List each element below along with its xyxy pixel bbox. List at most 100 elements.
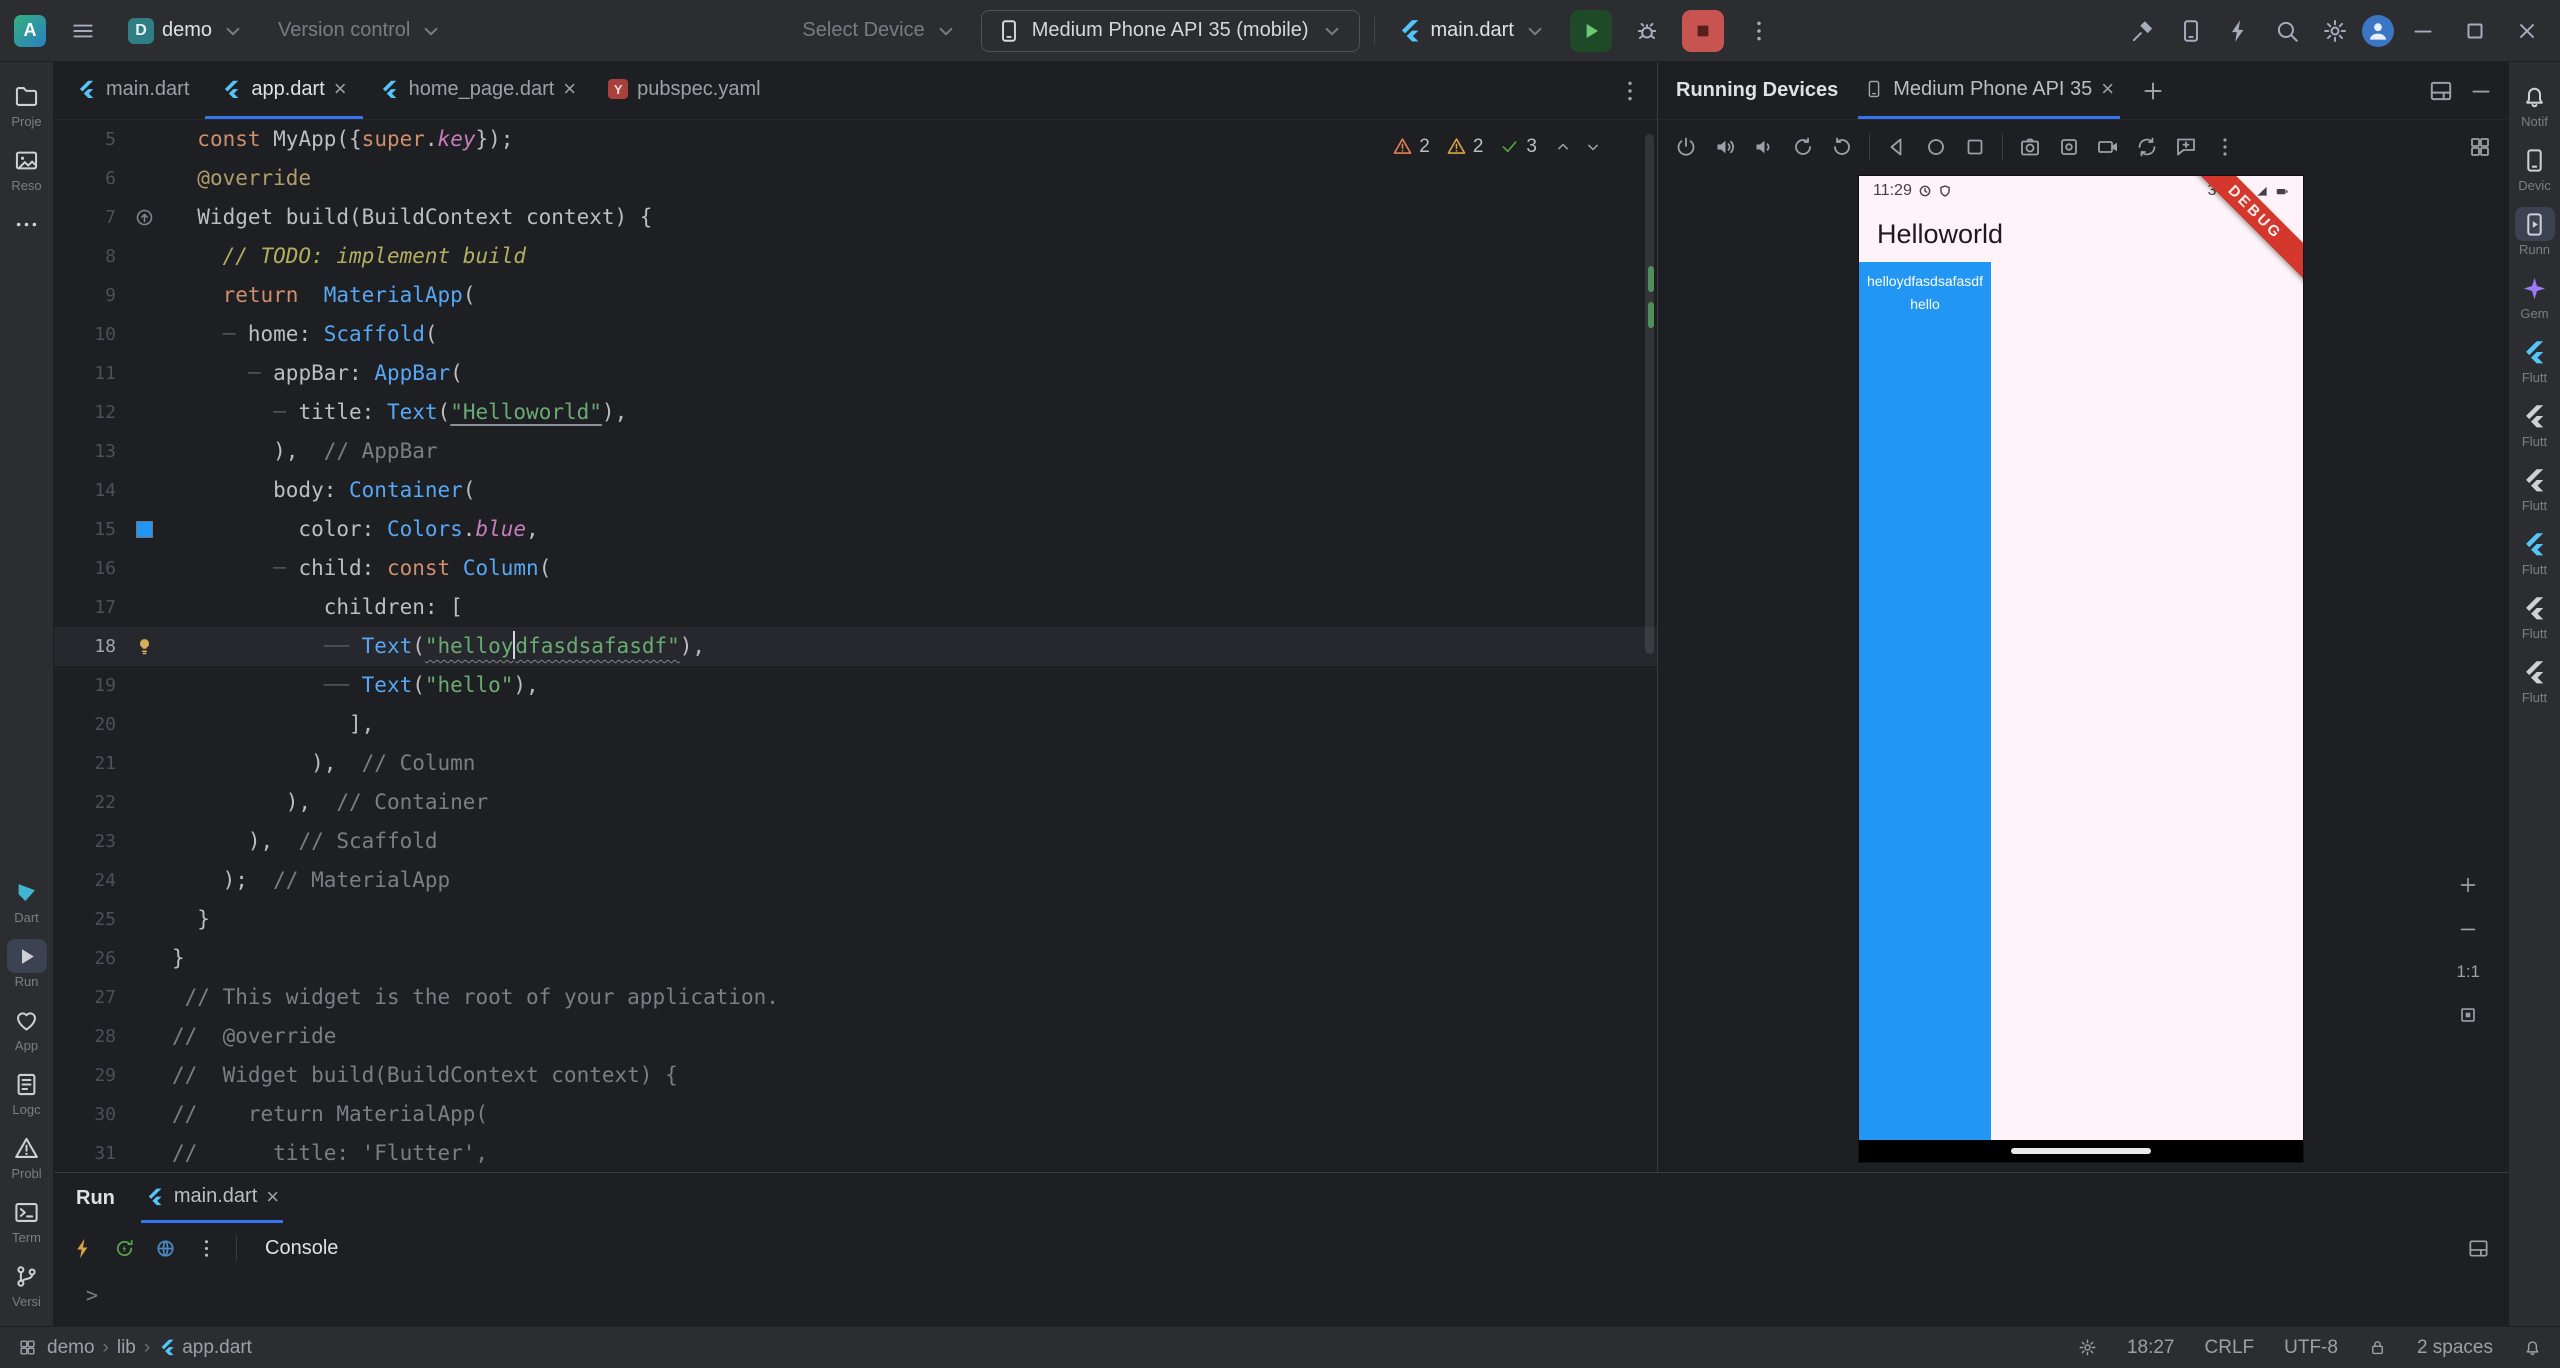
device-msgplus-button[interactable]	[2174, 135, 2198, 159]
tool-window-flutter-performance[interactable]: Flutt	[2509, 456, 2560, 520]
tool-window-project[interactable]: Proje	[0, 72, 53, 136]
code-line-21[interactable]: 21 ), // Column	[54, 744, 1657, 783]
code-editor[interactable]: 5 const MyApp({super.key}); 6 @override 7 …	[54, 120, 1657, 1172]
device-manager-button[interactable]	[2170, 10, 2212, 52]
previous-problem-icon[interactable]	[1553, 136, 1573, 158]
zoom-reset-button[interactable]: 1:1	[2456, 962, 2480, 982]
device-homec-button[interactable]	[1924, 135, 1948, 159]
code-line-23[interactable]: 23 ), // Scaffold	[54, 822, 1657, 861]
read-only-lock-icon[interactable]	[2368, 1337, 2387, 1359]
code-line-10[interactable]: 10 ─ home: Scaffold(	[54, 315, 1657, 354]
tool-window-device-manager[interactable]: Devic	[2509, 136, 2560, 200]
passed-count[interactable]: 3	[1499, 136, 1537, 158]
code-line-30[interactable]: 30// return MaterialApp(	[54, 1095, 1657, 1134]
device-back-button[interactable]	[1885, 135, 1909, 159]
user-avatar[interactable]	[2361, 14, 2394, 47]
editor-tab-main.dart[interactable]: main.dart	[60, 62, 205, 119]
run-tab-main-dart[interactable]: main.dart ×	[140, 1173, 284, 1223]
code-line-29[interactable]: 29// Widget build(BuildContext context) …	[54, 1056, 1657, 1095]
minimize-button[interactable]	[2400, 10, 2446, 52]
hot-restart-icon[interactable]	[113, 1237, 136, 1260]
warning-count[interactable]: 2	[1446, 136, 1483, 158]
run-button[interactable]	[1569, 9, 1612, 52]
editor-scrollbar[interactable]	[1645, 134, 1654, 654]
main-menu-button[interactable]	[62, 10, 104, 52]
tab-options-button[interactable]	[1617, 78, 1643, 104]
code-line-16[interactable]: 16 ─ child: const Column(	[54, 549, 1657, 588]
code-line-31[interactable]: 31// title: 'Flutter',	[54, 1134, 1657, 1172]
device-sync-button[interactable]	[2135, 135, 2159, 159]
tool-window-run[interactable]: Run	[0, 932, 53, 996]
tool-window-flutter-coverage[interactable]: Flutt	[2509, 520, 2560, 584]
tool-window-running-devices[interactable]: Runn	[2509, 200, 2560, 264]
tool-window-flutter-attach[interactable]: Flutt	[2509, 584, 2560, 648]
device-tab[interactable]: Medium Phone API 35 ×	[1858, 62, 2121, 119]
code-line-9[interactable]: 9 return MaterialApp(	[54, 276, 1657, 315]
code-line-27[interactable]: 27 // This widget is the root of your ap…	[54, 978, 1657, 1017]
devtools-icon[interactable]	[154, 1237, 177, 1260]
tool-window-app-quality-insights[interactable]: App	[0, 996, 53, 1060]
device-voldown-button[interactable]	[1752, 135, 1776, 159]
build-button[interactable]	[2122, 10, 2164, 52]
tool-window-dart-analysis[interactable]: Dart	[0, 868, 53, 932]
indent-setting[interactable]: 2 spaces	[2417, 1337, 2493, 1359]
zoom-fit-button[interactable]	[2457, 1004, 2479, 1026]
hot-reload-icon[interactable]	[72, 1237, 95, 1260]
code-line-25[interactable]: 25 }	[54, 900, 1657, 939]
code-line-7[interactable]: 7 Widget build(BuildContext context) {	[54, 198, 1657, 237]
maximize-button[interactable]	[2452, 10, 2498, 52]
hide-panel-icon[interactable]	[2468, 78, 2494, 104]
code-line-12[interactable]: 12 ─ title: Text("Helloworld"),	[54, 393, 1657, 432]
code-line-8[interactable]: 8 // TODO: implement build	[54, 237, 1657, 276]
console-tab[interactable]: Console	[265, 1237, 338, 1260]
zoom-in-button[interactable]	[2457, 874, 2479, 896]
code-line-22[interactable]: 22 ), // Container	[54, 783, 1657, 822]
code-line-14[interactable]: 14 body: Container(	[54, 471, 1657, 510]
file-encoding[interactable]: UTF-8	[2284, 1337, 2338, 1359]
status-settings-icon[interactable]	[2078, 1337, 2097, 1359]
close-tab-icon[interactable]: ×	[334, 78, 347, 100]
tool-window-version-control[interactable]: Versi	[0, 1252, 53, 1316]
color-preview-blue[interactable]	[135, 521, 153, 538]
tool-window-gemini[interactable]: Gem	[2509, 264, 2560, 328]
emulator-screen[interactable]: 11:29 3G	[1859, 176, 2303, 1162]
code-line-11[interactable]: 11 ─ appBar: AppBar(	[54, 354, 1657, 393]
caret-position[interactable]: 18:27	[2127, 1337, 2175, 1359]
editor-tab-home_page.dart[interactable]: home_page.dart ×	[363, 62, 593, 119]
add-device-button[interactable]	[2140, 78, 2166, 104]
workspace-icon[interactable]	[18, 1337, 37, 1359]
device-display-mode-button[interactable]	[2468, 135, 2492, 159]
device-power-button[interactable]	[1674, 135, 1698, 159]
tool-window-more-tool-windows[interactable]	[0, 200, 53, 248]
close-button[interactable]	[2504, 10, 2550, 52]
zoom-out-button[interactable]	[2457, 918, 2479, 940]
run-configuration[interactable]: main.dart	[1389, 12, 1556, 50]
tool-window-logcat[interactable]: Logc	[0, 1060, 53, 1124]
device-dotsv-button[interactable]	[2213, 135, 2237, 159]
code-line-28[interactable]: 28// @override	[54, 1017, 1657, 1056]
line-separator[interactable]: CRLF	[2205, 1337, 2255, 1359]
select-device-dropdown[interactable]: Select Device	[794, 12, 966, 50]
vcs-widget[interactable]: Version control	[270, 12, 452, 50]
stop-button[interactable]	[1681, 9, 1724, 52]
code-line-19[interactable]: 19 ── Text("hello"),	[54, 666, 1657, 705]
console-output[interactable]: >	[54, 1273, 2508, 1326]
close-device-tab-icon[interactable]: ×	[2101, 76, 2114, 102]
device-volup-button[interactable]	[1713, 135, 1737, 159]
search-everywhere-button[interactable]	[2266, 10, 2308, 52]
tool-window-notifications[interactable]: Notif	[2509, 72, 2560, 136]
more-run-actions-button[interactable]	[1738, 10, 1780, 52]
project-selector[interactable]: D demo	[120, 12, 254, 50]
editor-tab-app.dart[interactable]: app.dart ×	[205, 62, 363, 119]
code-line-20[interactable]: 20 ],	[54, 705, 1657, 744]
notifications-icon[interactable]	[2523, 1337, 2542, 1359]
device-rotl-button[interactable]	[1791, 135, 1815, 159]
tool-window-resource-manager[interactable]: Reso	[0, 136, 53, 200]
tool-window-problems[interactable]: Probl	[0, 1124, 53, 1188]
tool-window-flutter-inspector[interactable]: Flutt	[2509, 328, 2560, 392]
settings-button[interactable]	[2314, 10, 2356, 52]
layout-settings-icon[interactable]	[2428, 78, 2454, 104]
weak-warning-count[interactable]: 2	[1392, 136, 1430, 158]
code-line-13[interactable]: 13 ), // AppBar	[54, 432, 1657, 471]
editor-tab-pubspec.yaml[interactable]: Ypubspec.yaml	[592, 62, 776, 119]
